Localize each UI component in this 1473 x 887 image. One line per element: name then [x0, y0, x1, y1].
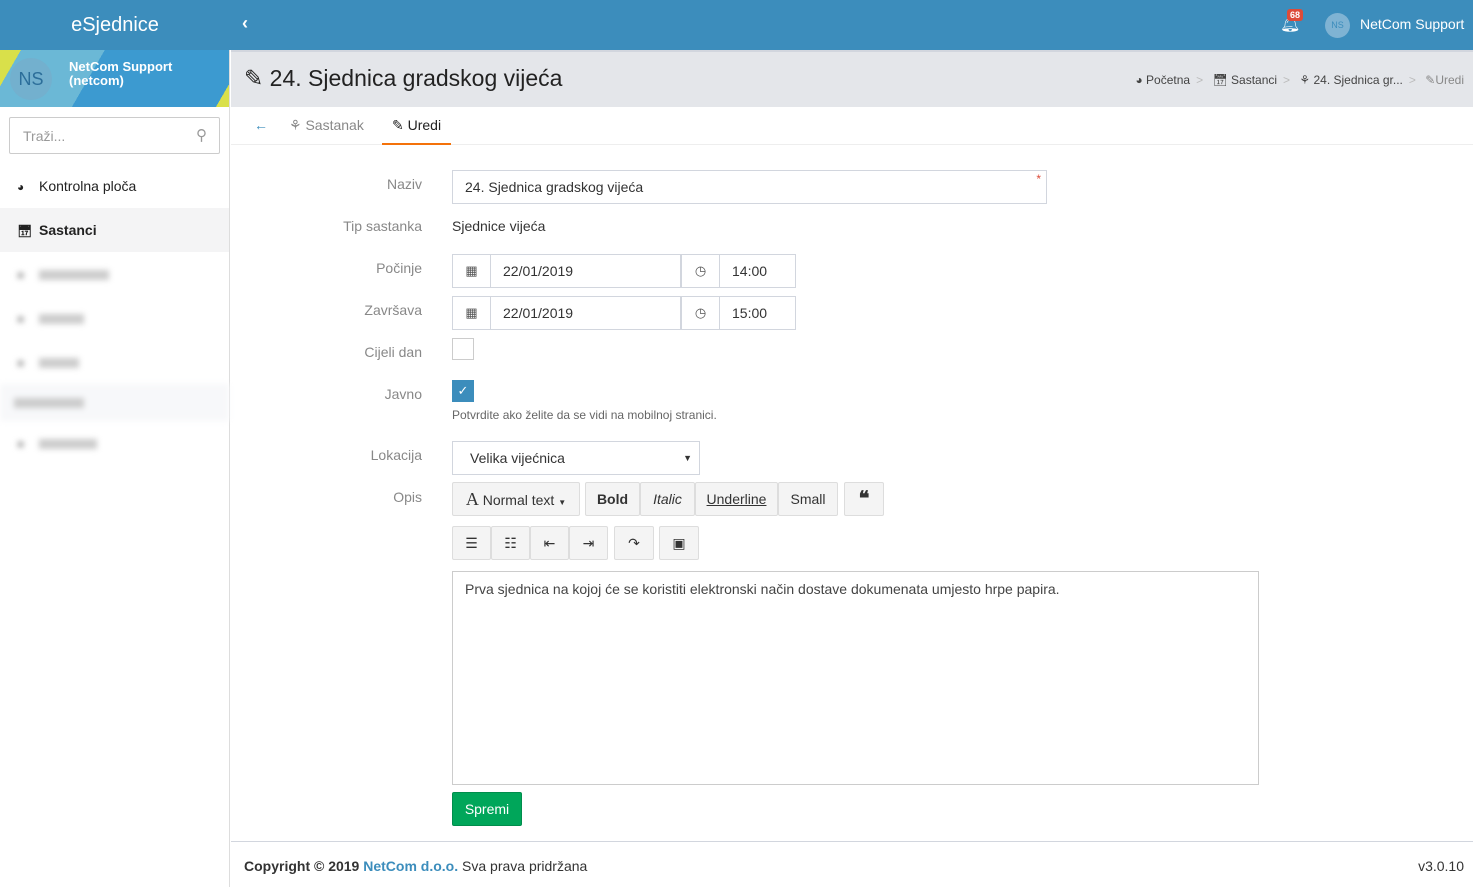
content-header: ✎ 24. Sjednica gradskog vijeća ◕ Početna…: [231, 50, 1473, 107]
indent-icon[interactable]: ⇥: [569, 526, 608, 560]
notification-badge: 68: [1287, 9, 1304, 21]
calendar-check-icon: 📅︎: [17, 224, 33, 238]
dashboard-icon: ◕: [17, 180, 25, 194]
javno-help-text: Potvrdite ako želite da se vidi na mobil…: [452, 408, 717, 422]
bold-button[interactable]: Bold: [585, 482, 640, 516]
underline-button[interactable]: Underline: [695, 482, 778, 516]
breadcrumb-sjednica[interactable]: 24. Sjednica gr...: [1314, 73, 1403, 87]
calendar-icon: 📅︎: [1212, 73, 1232, 87]
copyright-text: Copyright © 2019: [244, 858, 364, 874]
sidebar: NS NetCom Support (netcom) Traži... ⚲ ◕ Ko…: [0, 50, 230, 887]
tab-label: Sastanak: [305, 117, 364, 133]
naziv-label: Naziv: [386, 176, 422, 192]
user-name: NetCom Support: [69, 59, 173, 74]
normal-text-label: Normal text: [482, 492, 555, 508]
javno-checkbox[interactable]: ✓: [452, 380, 474, 402]
unordered-list-icon[interactable]: ☰: [452, 526, 491, 560]
pocinje-label: Počinje: [376, 260, 422, 276]
search-input[interactable]: Traži... ⚲: [9, 117, 220, 154]
user-panel: NS NetCom Support (netcom): [0, 50, 229, 107]
sidebar-item-blurred[interactable]: ■: [0, 421, 229, 465]
naziv-input[interactable]: 24. Sjednica gradskog vijeća *: [452, 170, 1047, 204]
company-link[interactable]: NetCom d.o.o.: [363, 858, 458, 874]
normal-text-dropdown[interactable]: A Normal text ▼: [452, 482, 580, 516]
calendar-icon[interactable]: ▦: [452, 254, 491, 288]
naziv-value: 24. Sjednica gradskog vijeća: [465, 179, 644, 195]
avatar[interactable]: NS: [1325, 13, 1350, 38]
sidebar-item-blurred[interactable]: ■: [0, 296, 229, 340]
pocinje-time-input[interactable]: 14:00: [719, 254, 796, 288]
cijeli-dan-checkbox[interactable]: [452, 338, 474, 360]
search-icon[interactable]: ⚲: [196, 126, 207, 144]
search-placeholder: Traži...: [23, 128, 66, 144]
check-icon: ✓: [457, 383, 469, 398]
lokacija-label: Lokacija: [370, 447, 422, 463]
sidebar-toggle-chevron-left-icon[interactable]: ‹: [242, 13, 248, 34]
breadcrumb-uredi: Uredi: [1435, 73, 1464, 87]
avatar: NS: [10, 58, 52, 100]
sidebar-item-blurred[interactable]: ■: [0, 252, 229, 296]
small-button[interactable]: Small: [778, 482, 838, 516]
cijeli-dan-label: Cijeli dan: [364, 344, 422, 360]
user-login: (netcom): [69, 73, 124, 88]
tab-uredi[interactable]: ✎ Uredi: [382, 107, 452, 145]
page-title: ✎ 24. Sjednica gradskog vijeća: [244, 65, 562, 92]
top-navbar: eSjednice ‹ 🔔︎ 68 NS NetCom Support: [0, 0, 1473, 50]
user-panel-name: NetCom Support (netcom): [69, 60, 172, 88]
calendar-icon[interactable]: ▦: [452, 296, 491, 330]
footer: Copyright © 2019 NetCom d.o.o. Sva prava…: [231, 841, 1473, 887]
outdent-icon[interactable]: ⇤: [530, 526, 569, 560]
sidebar-item-kontrolna-ploca[interactable]: ◕ Kontrolna ploča: [0, 164, 229, 208]
pocinje-date-input[interactable]: 22/01/2019: [490, 254, 681, 288]
page-title-text: 24. Sjednica gradskog vijeća: [269, 65, 563, 91]
tab-sastanak[interactable]: ⚘ Sastanak: [289, 107, 364, 145]
tab-label: Uredi: [407, 117, 442, 133]
zavrsava-time-input[interactable]: 15:00: [719, 296, 796, 330]
handshake-icon: ⚘: [1299, 73, 1314, 87]
opis-editor[interactable]: Prva sjednica na kojoj će se koristiti e…: [452, 571, 1259, 785]
save-button[interactable]: Spremi: [452, 792, 522, 826]
italic-button[interactable]: Italic: [640, 482, 695, 516]
tabs: ← ⚘ Sastanak ✎ Uredi: [231, 107, 1473, 145]
image-icon[interactable]: ▣: [659, 526, 699, 560]
clock-icon[interactable]: ◷: [681, 254, 720, 288]
lokacija-select[interactable]: Velika vijećnica ▼: [452, 441, 700, 475]
zavrsava-date-input[interactable]: 22/01/2019: [490, 296, 681, 330]
edit-icon: ✎: [1425, 73, 1436, 87]
tip-value: Sjednice vijeća: [452, 218, 546, 234]
sidebar-item-blurred[interactable]: ■: [0, 340, 229, 384]
rights-text: Sva prava pridržana: [458, 858, 588, 874]
sidebar-item-sastanci[interactable]: 📅︎ Sastanci: [0, 208, 229, 252]
caret-down-icon: ▼: [683, 453, 692, 463]
ordered-list-icon[interactable]: ☷: [491, 526, 530, 560]
sidebar-item-label: Sastanci: [39, 222, 97, 238]
version: v3.0.10: [1418, 858, 1464, 874]
edit-icon: ✎: [392, 117, 408, 133]
link-share-icon[interactable]: ↷: [614, 526, 654, 560]
zavrsava-label: Završava: [364, 302, 422, 318]
dashboard-icon: ◕: [1135, 73, 1147, 87]
back-arrow-icon[interactable]: ←: [254, 107, 268, 145]
quote-button[interactable]: ❝: [844, 482, 884, 516]
lokacija-value: Velika vijećnica: [470, 450, 565, 466]
breadcrumb: ◕ Početna > 📅︎ Sastanci > ⚘ 24. Sjednica g…: [1135, 73, 1464, 87]
handshake-icon: ⚘: [289, 117, 306, 133]
app-logo[interactable]: eSjednice: [0, 0, 230, 50]
user-menu[interactable]: NetCom Support: [1360, 16, 1464, 32]
breadcrumb-pocetna[interactable]: Početna: [1146, 73, 1190, 87]
required-mark: *: [1036, 172, 1041, 186]
breadcrumb-sastanci[interactable]: Sastanci: [1231, 73, 1277, 87]
sidebar-item-label: Kontrolna ploča: [39, 178, 137, 194]
edit-icon: ✎: [244, 65, 270, 91]
javno-label: Javno: [384, 386, 422, 402]
clock-icon[interactable]: ◷: [681, 296, 720, 330]
opis-label: Opis: [393, 489, 422, 505]
sidebar-section-blurred: [0, 384, 229, 421]
tip-label: Tip sastanka: [343, 218, 422, 234]
